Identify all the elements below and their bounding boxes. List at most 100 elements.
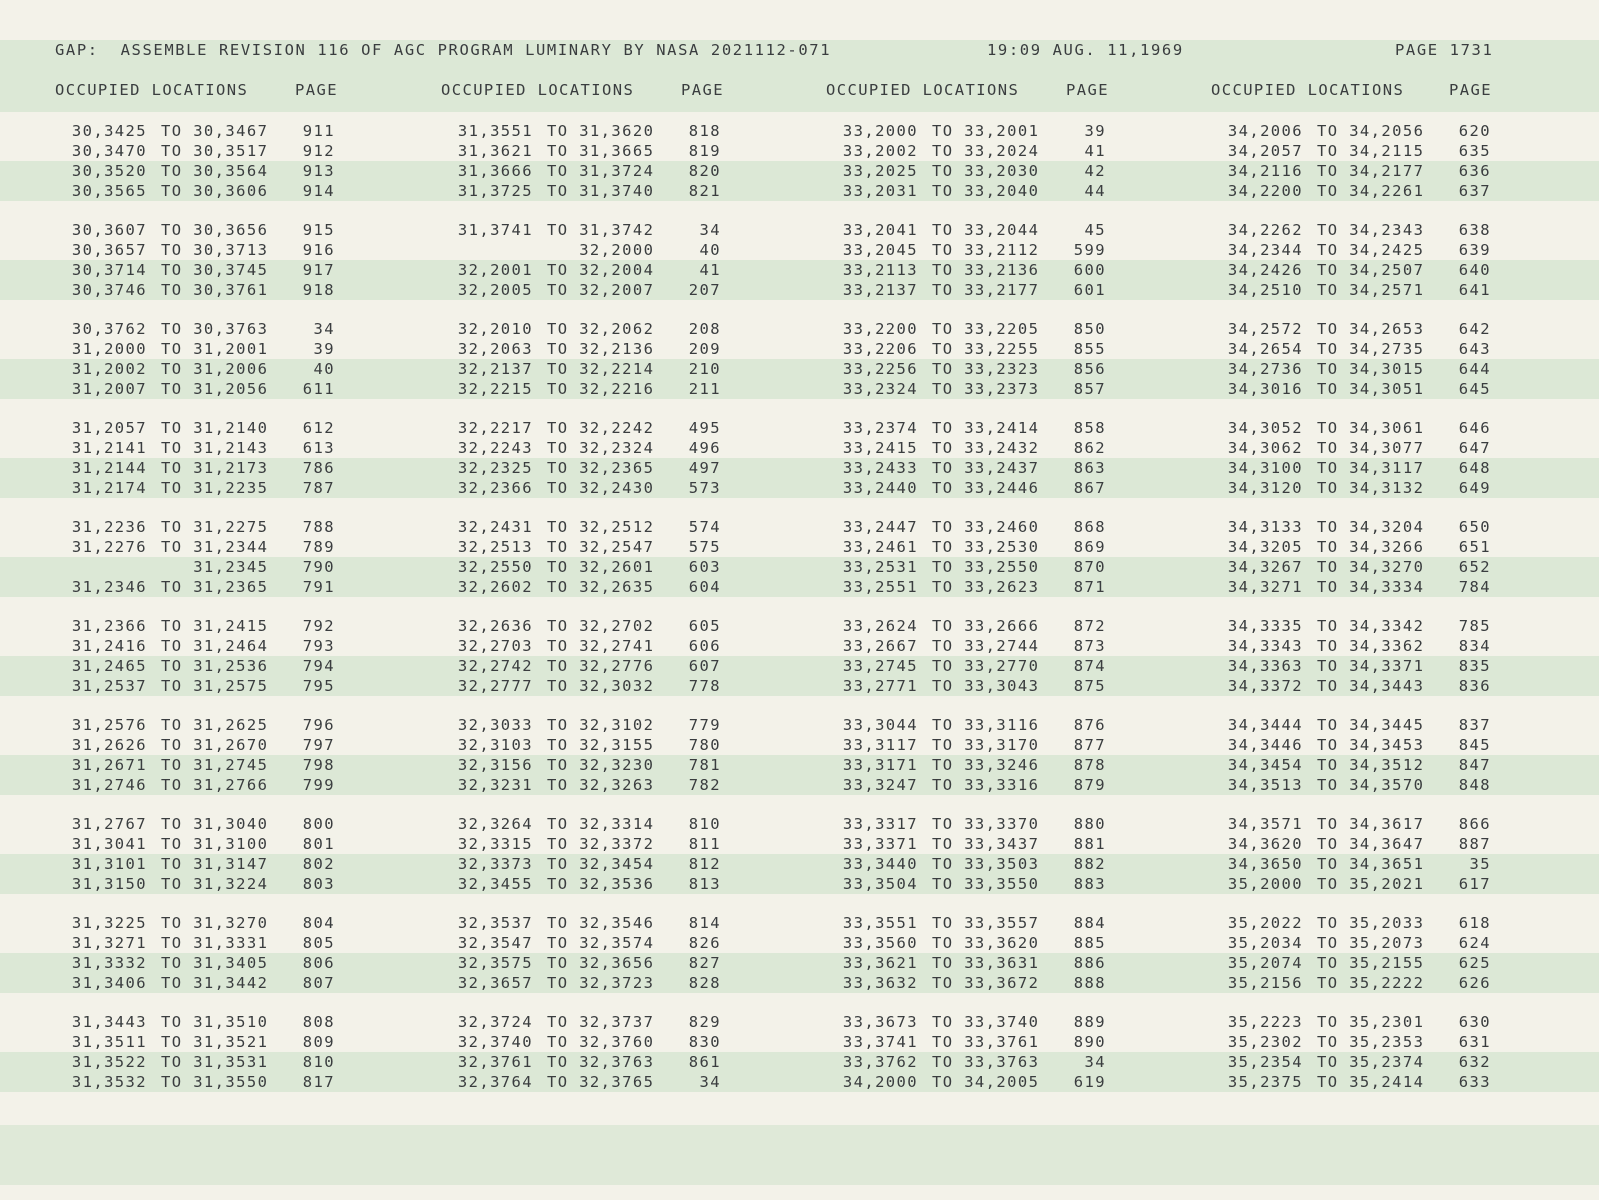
location-to: TO 32,3372 — [547, 835, 655, 853]
page-ref: 632 — [1458, 1053, 1491, 1071]
location-from: 34,3343 — [1227, 637, 1303, 655]
table-row: 33,2137 TO 33,2177 601 — [826, 281, 1136, 301]
location-to: 32,2000 — [547, 241, 655, 259]
page-ref: 790 — [302, 558, 335, 576]
location-from: 31,3532 — [71, 1073, 147, 1091]
location-to: TO 32,3102 — [547, 716, 655, 734]
location-from: 33,2415 — [842, 439, 918, 457]
page-ref: 619 — [1073, 1073, 1106, 1091]
location-from: 31,2465 — [71, 657, 147, 675]
location-from: 32,3575 — [457, 954, 533, 972]
location-from: 31,2767 — [71, 815, 147, 833]
location-from: 31,3150 — [71, 875, 147, 893]
location-from: 33,3621 — [842, 954, 918, 972]
location-to: TO 31,3550 — [161, 1073, 269, 1091]
page-ref: 34 — [1084, 1053, 1106, 1071]
page-ref: 799 — [302, 776, 335, 794]
location-from: 34,2057 — [1227, 142, 1303, 160]
page-ref: 612 — [302, 419, 335, 437]
page-ref: 813 — [688, 875, 721, 893]
table-row: 31,2746 TO 31,2766 799 — [55, 776, 365, 796]
page-ref: 644 — [1458, 360, 1491, 378]
table-row: 34,3446 TO 34,3453 845 — [1211, 736, 1521, 756]
location-to: TO 31,3531 — [161, 1053, 269, 1071]
page-ref: 916 — [302, 241, 335, 259]
page-ref: 814 — [688, 914, 721, 932]
location-to: TO 31,2670 — [161, 736, 269, 754]
location-from: 32,2063 — [457, 340, 533, 358]
location-from: 32,3547 — [457, 934, 533, 952]
location-from: 30,3470 — [71, 142, 147, 160]
location-from: 32,3231 — [457, 776, 533, 794]
listing-timestamp: 19:09 AUG. 11,1969 — [987, 41, 1184, 59]
location-from: 33,2745 — [842, 657, 918, 675]
table-row: 34,3271 TO 34,3334 784 — [1211, 578, 1521, 598]
location-to: TO 34,2115 — [1317, 142, 1425, 160]
location-from: 31,2576 — [71, 716, 147, 734]
table-row: 32,3455 TO 32,3536 813 — [441, 875, 751, 895]
location-from: 33,3317 — [842, 815, 918, 833]
page-ref: 642 — [1458, 320, 1491, 338]
location-to: TO 34,2005 — [932, 1073, 1040, 1091]
table-row: 32,2217 TO 32,2242 495 — [441, 419, 751, 439]
location-from: 31,3443 — [71, 1013, 147, 1031]
table-row: 34,3100 TO 34,3117 648 — [1211, 459, 1521, 479]
table-row: 35,2000 TO 35,2021 617 — [1211, 875, 1521, 895]
page-ref: 784 — [1458, 578, 1491, 596]
location-to: TO 32,2324 — [547, 439, 655, 457]
location-from: 31,2416 — [71, 637, 147, 655]
location-to: TO 34,2653 — [1317, 320, 1425, 338]
page-ref: 885 — [1073, 934, 1106, 952]
location-from: 33,2256 — [842, 360, 918, 378]
table-row: 32,2366 TO 32,2430 573 — [441, 479, 751, 499]
location-to: TO 31,2140 — [161, 419, 269, 437]
location-from: 34,2736 — [1227, 360, 1303, 378]
table-row: 34,2200 TO 34,2261 637 — [1211, 182, 1521, 202]
table-row: 35,2223 TO 35,2301 630 — [1211, 1013, 1521, 1033]
location-from: 31,2346 — [71, 578, 147, 596]
page-column-label: PAGE — [1066, 81, 1109, 99]
location-to: TO 34,2343 — [1317, 221, 1425, 239]
page-ref: 41 — [1084, 142, 1106, 160]
location-from: 33,3741 — [842, 1033, 918, 1051]
location-from: 34,2200 — [1227, 182, 1303, 200]
location-to: TO 30,3761 — [161, 281, 269, 299]
page-ref: 786 — [302, 459, 335, 477]
location-from: 33,2113 — [842, 261, 918, 279]
table-row: 31,3101 TO 31,3147 802 — [55, 855, 365, 875]
location-to: TO 31,2464 — [161, 637, 269, 655]
location-from: 35,2034 — [1227, 934, 1303, 952]
location-to: TO 34,3077 — [1317, 439, 1425, 457]
location-from: 34,2000 — [842, 1073, 918, 1091]
location-to: TO 34,3362 — [1317, 637, 1425, 655]
page-ref: 915 — [302, 221, 335, 239]
location-to: TO 33,2044 — [932, 221, 1040, 239]
table-row: 33,2461 TO 33,2530 869 — [826, 538, 1136, 558]
location-from: 34,3335 — [1227, 617, 1303, 635]
table-row: 34,3650 TO 34,3651 35 — [1211, 855, 1521, 875]
page-ref: 652 — [1458, 558, 1491, 576]
location-from: 32,3103 — [457, 736, 533, 754]
table-row: 33,2531 TO 33,2550 870 — [826, 558, 1136, 578]
page-ref: 208 — [688, 320, 721, 338]
table-row: 33,3044 TO 33,3116 876 — [826, 716, 1136, 736]
page-ref: 874 — [1073, 657, 1106, 675]
location-to: TO 30,3564 — [161, 162, 269, 180]
page-ref: 631 — [1458, 1033, 1491, 1051]
location-to: TO 35,2021 — [1317, 875, 1425, 893]
location-from: 31,3225 — [71, 914, 147, 932]
location-from: 32,3264 — [457, 815, 533, 833]
table-row: 33,3371 TO 33,3437 881 — [826, 835, 1136, 855]
page-ref: 39 — [313, 340, 335, 358]
location-from: 33,3247 — [842, 776, 918, 794]
location-from: 34,3271 — [1227, 578, 1303, 596]
location-to: TO 35,2301 — [1317, 1013, 1425, 1031]
location-from: 30,3565 — [71, 182, 147, 200]
page-ref: 211 — [688, 380, 721, 398]
location-from: 31,3725 — [457, 182, 533, 200]
location-from: 30,3746 — [71, 281, 147, 299]
page-ref: 821 — [688, 182, 721, 200]
location-to: TO 31,2173 — [161, 459, 269, 477]
table-row: 32,3264 TO 32,3314 810 — [441, 815, 751, 835]
table-row: 33,2045 TO 33,2112 599 — [826, 241, 1136, 261]
